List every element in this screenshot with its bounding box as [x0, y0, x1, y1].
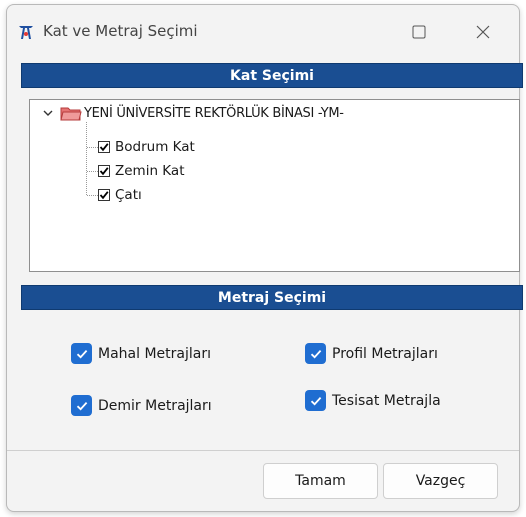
option-tesisat-metrajlari[interactable]: Tesisat Metrajla — [305, 390, 441, 411]
ok-button[interactable]: Tamam — [263, 463, 378, 499]
checkmark-icon — [310, 349, 321, 358]
checkmark-icon — [99, 191, 109, 200]
mahal-checkbox[interactable] — [71, 343, 92, 364]
option-demir-metrajlari[interactable]: Demir Metrajları — [71, 395, 212, 416]
demir-checkbox[interactable] — [71, 395, 92, 416]
option-mahal-metrajlari[interactable]: Mahal Metrajları — [71, 343, 211, 364]
demir-label: Demir Metrajları — [98, 397, 212, 414]
floor-checkbox[interactable] — [98, 165, 110, 177]
chevron-down-icon[interactable] — [42, 107, 54, 119]
option-profil-metrajlari[interactable]: Profil Metrajları — [305, 343, 438, 364]
tree-item-label: Çatı — [115, 187, 142, 203]
tesisat-label: Tesisat Metrajla — [332, 392, 441, 409]
checkmark-icon — [99, 143, 109, 152]
checkmark-icon — [76, 349, 87, 358]
profil-label: Profil Metrajları — [332, 345, 438, 362]
maximize-button[interactable] — [399, 17, 439, 47]
tree-root-node[interactable]: YENİ ÜNİVERSİTE REKTÖRLÜK BİNASI -YM- — [42, 103, 344, 123]
tree-item-bodrum-kat[interactable]: Bodrum Kat — [98, 137, 195, 157]
footer-divider — [7, 450, 519, 451]
app-logo-icon — [19, 26, 33, 39]
metraj-section-header: Metraj Seçimi — [21, 285, 523, 310]
profil-checkbox[interactable] — [305, 343, 326, 364]
checkmark-icon — [310, 396, 321, 405]
floor-checkbox[interactable] — [98, 141, 110, 153]
kat-section-header: Kat Seçimi — [21, 63, 523, 88]
title-bar[interactable]: Kat ve Metraj Seçimi — [7, 5, 519, 59]
tesisat-checkbox[interactable] — [305, 390, 326, 411]
mahal-label: Mahal Metrajları — [98, 345, 211, 362]
close-icon — [476, 25, 490, 39]
checkmark-icon — [76, 401, 87, 410]
dialog-window: Kat ve Metraj Seçimi Kat Seçimi YENİ ÜNİ… — [6, 4, 523, 512]
checkmark-icon — [99, 167, 109, 176]
folder-icon — [60, 107, 82, 121]
tree-item-cati[interactable]: Çatı — [98, 185, 142, 205]
cancel-button[interactable]: Vazgeç — [383, 463, 498, 499]
tree-item-label: Zemin Kat — [115, 163, 185, 179]
floor-checkbox[interactable] — [98, 189, 110, 201]
tree-root-label: YENİ ÜNİVERSİTE REKTÖRLÜK BİNASI -YM- — [84, 105, 344, 121]
window-title: Kat ve Metraj Seçimi — [43, 22, 198, 40]
tree-item-label: Bodrum Kat — [115, 139, 195, 155]
floor-tree[interactable]: YENİ ÜNİVERSİTE REKTÖRLÜK BİNASI -YM- Bo… — [29, 99, 520, 272]
close-button[interactable] — [463, 17, 503, 47]
tree-item-zemin-kat[interactable]: Zemin Kat — [98, 161, 184, 181]
maximize-icon — [412, 25, 426, 39]
